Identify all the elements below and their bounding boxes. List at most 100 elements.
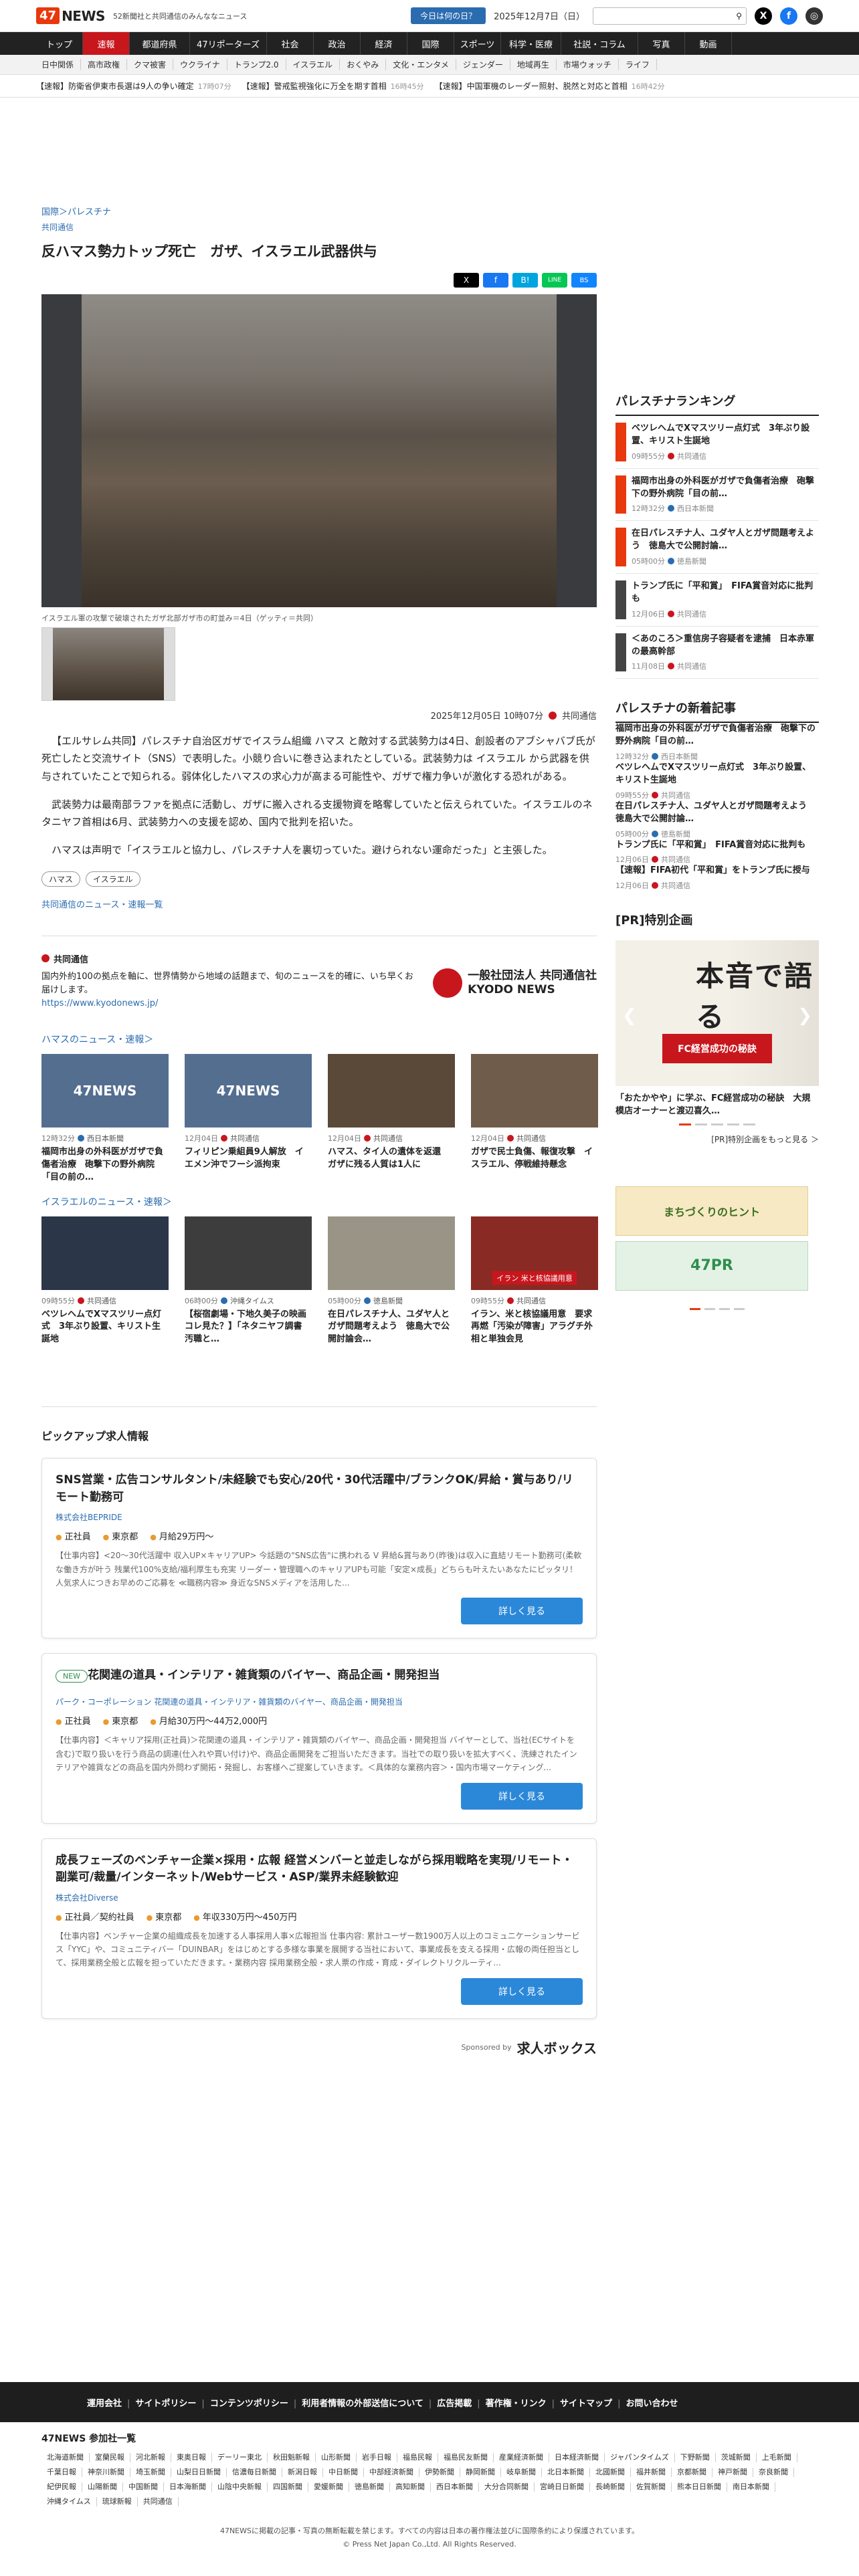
job-company[interactable]: 株式会社BEPRIDE	[56, 1511, 583, 1523]
member-paper-link[interactable]: 産業経済新聞	[494, 2453, 549, 2462]
new-article-item[interactable]: ベツレヘムでXマスツリー点灯式 3年ぶり設置、キリスト生誕地 09時55分 共同通信	[615, 762, 819, 800]
member-paper-link[interactable]: 福島民報	[397, 2453, 438, 2462]
member-paper-link[interactable]: 日本経済新聞	[549, 2453, 605, 2462]
carousel-prev-icon[interactable]: ❮	[622, 1006, 637, 1026]
topic-item-1[interactable]: 高市政権	[81, 59, 128, 70]
nav-item-1[interactable]: 速報	[83, 32, 130, 55]
search-icon[interactable]: ⚲	[736, 11, 742, 21]
pr-carousel[interactable]: 本音で語る FC経営成功の秘訣 ❮ ❯	[615, 940, 819, 1087]
israel-news-heading[interactable]: イスラエルのニュース・速報＞	[41, 1195, 597, 1208]
x-icon[interactable]: X	[755, 7, 772, 25]
footer-link[interactable]: 広告掲載	[429, 2396, 472, 2409]
share-line-button[interactable]: LINE	[542, 273, 567, 288]
ticker-item[interactable]: 【速報】防衛省伊東市長選は9人の争い確定 17時07分	[36, 80, 231, 92]
member-paper-link[interactable]: 山陰中央新報	[212, 2482, 268, 2492]
nav-item-4[interactable]: 社会	[267, 32, 314, 55]
kyodo-news-list-link[interactable]: 共同通信のニュース・速報一覧	[41, 897, 597, 910]
member-paper-link[interactable]: 岐阜新聞	[501, 2468, 542, 2477]
topic-item-10[interactable]: 市場ウォッチ	[557, 59, 619, 70]
footer-link[interactable]: 著作権・リンク	[477, 2396, 547, 2409]
nav-item-10[interactable]: 社説・コラム	[561, 32, 638, 55]
topic-item-5[interactable]: イスラエル	[286, 59, 341, 70]
instagram-icon[interactable]: ◎	[805, 7, 823, 25]
job-company[interactable]: 株式会社Diverse	[56, 1892, 583, 1903]
member-paper-link[interactable]: 茨城新聞	[716, 2453, 757, 2462]
member-paper-link[interactable]: 神戸新聞	[712, 2468, 753, 2477]
topic-item-11[interactable]: ライフ	[619, 59, 657, 70]
member-paper-link[interactable]: 中国新聞	[123, 2482, 164, 2492]
member-paper-link[interactable]: 徳島新聞	[349, 2482, 390, 2492]
member-paper-link[interactable]: 埼玉新聞	[130, 2468, 171, 2477]
article-main-photo[interactable]	[41, 294, 597, 607]
ranking-item[interactable]: 在日パレスチナ人、ユダヤ人とガザ問題考えよう 徳島大で公開討論… 05時00分 徳島…	[615, 521, 819, 574]
member-paper-link[interactable]: 岩手日報	[357, 2453, 397, 2462]
member-paper-link[interactable]: 上毛新聞	[757, 2453, 797, 2462]
member-paper-link[interactable]: 沖縄タイムス	[41, 2497, 97, 2506]
member-paper-link[interactable]: 共同通信	[138, 2497, 179, 2506]
member-paper-link[interactable]: 秋田魁新報	[268, 2453, 316, 2462]
nav-item-6[interactable]: 経済	[361, 32, 407, 55]
kyujin-box-logo[interactable]: 求人ボックス	[517, 2038, 597, 2057]
hamas-news-heading[interactable]: ハマスのニュース・速報＞	[41, 1033, 597, 1046]
member-paper-link[interactable]: 山梨日日新聞	[171, 2468, 227, 2477]
member-paper-link[interactable]: 山陽新聞	[82, 2482, 123, 2492]
footer-link[interactable]: サイトマップ	[552, 2396, 612, 2409]
member-paper-link[interactable]: 京都新聞	[672, 2468, 712, 2477]
news-card[interactable]: 09時55分 共同通信 ベツレヘムでXマスツリー点灯式 3年ぶり設置、キリスト生誕地	[41, 1216, 169, 1347]
member-paper-link[interactable]: 長崎新聞	[590, 2482, 631, 2492]
member-paper-link[interactable]: 下野新聞	[675, 2453, 716, 2462]
tag-hamas[interactable]: ハマス	[41, 871, 81, 887]
nav-item-2[interactable]: 都道府県	[130, 32, 190, 55]
news-card[interactable]: 12月04日 共同通信 ハマス、タイ人の遺体を返還 ガザに残る人質は1人に	[328, 1054, 455, 1184]
kyodo-logo[interactable]: 一般社団法人 共同通信社 KYODO NEWS	[433, 968, 597, 998]
facebook-icon[interactable]: f	[780, 7, 797, 25]
site-logo[interactable]: 47 NEWS	[36, 6, 105, 26]
job-detail-button[interactable]: 詳しく見る	[461, 1782, 583, 1810]
member-paper-link[interactable]: 愛媛新聞	[308, 2482, 349, 2492]
search-input[interactable]: ⚲	[593, 7, 747, 25]
nav-item-9[interactable]: 科学・医療	[501, 32, 561, 55]
job-company[interactable]: パーク・コーポレーション 花関連の道具・インテリア・雑貨類のバイヤー、商品企画・…	[56, 1696, 583, 1707]
new-article-item[interactable]: 在日パレスチナ人、ユダヤ人とガザ問題考えよう 徳島大で公開討論… 05時00分 徳島…	[615, 800, 819, 839]
member-paper-link[interactable]: 宮崎日日新聞	[535, 2482, 590, 2492]
topic-item-6[interactable]: おくやみ	[340, 59, 387, 70]
pr-caption[interactable]: 「おたかやや」に学ぶ、FC経営成功の秘訣 大規模店オーナーと渡辺喜久…	[615, 1093, 819, 1118]
member-paper-link[interactable]: 北日本新聞	[542, 2468, 590, 2477]
nav-item-12[interactable]: 動画	[685, 32, 732, 55]
article-source[interactable]: 共同通信	[562, 709, 597, 722]
member-paper-link[interactable]: デーリー東北	[212, 2453, 268, 2462]
new-article-item[interactable]: トランプ氏に「平和賞」 FIFA賞音対応に批判も 12月06日 共同通信	[615, 839, 819, 865]
topic-item-4[interactable]: トランプ2.0	[227, 59, 286, 70]
news-card[interactable]: 12月04日 共同通信 ガザで民士負傷、報復攻撃 イスラエル、停戦維持懸念	[471, 1054, 598, 1184]
member-paper-link[interactable]: 福島民友新聞	[438, 2453, 494, 2462]
member-paper-link[interactable]: 西日本新聞	[431, 2482, 479, 2492]
ranking-item[interactable]: 福岡市出身の外科医がガザで負傷者治療 砲撃下の野外病院「目の前… 12時32分 西日…	[615, 469, 819, 522]
member-paper-link[interactable]: 琉球新報	[97, 2497, 138, 2506]
ranking-item[interactable]: トランプ氏に「平和賞」 FIFA賞音対応に批判も 12月06日 共同通信	[615, 574, 819, 627]
member-paper-link[interactable]: 神奈川新聞	[82, 2468, 130, 2477]
member-paper-link[interactable]: 山形新聞	[316, 2453, 357, 2462]
share-hatena-button[interactable]: B!	[512, 273, 538, 288]
member-paper-link[interactable]: 信濃毎日新聞	[227, 2468, 282, 2477]
topic-item-3[interactable]: ウクライナ	[173, 59, 227, 70]
ticker-item[interactable]: 【速報】中国軍機のレーダー照射、脱然と対応と首相 16時42分	[435, 80, 665, 92]
pr-more-link[interactable]: [PR]特別企画をもっと見る ＞	[615, 1134, 819, 1145]
photo-thumbnail[interactable]	[41, 627, 175, 701]
new-article-item[interactable]: 【速報】FIFA初代「平和賞」をトランプ氏に授与 12月06日 共同通信	[615, 865, 819, 891]
tag-israel[interactable]: イスラエル	[86, 871, 140, 887]
share-facebook-button[interactable]: f	[483, 273, 508, 288]
member-paper-link[interactable]: 新潟日報	[282, 2468, 323, 2477]
member-paper-link[interactable]: ジャパンタイムズ	[605, 2453, 675, 2462]
news-card[interactable]: 05時00分 徳島新聞 在日パレスチナ人、ユダヤ人とガザ問題考えよう 徳島大で公開討…	[328, 1216, 455, 1347]
footer-link[interactable]: コンテンツポリシー	[201, 2396, 288, 2409]
footer-link[interactable]: サイトポリシー	[127, 2396, 196, 2409]
member-paper-link[interactable]: 奈良新聞	[753, 2468, 794, 2477]
member-paper-link[interactable]: 熊本日日新聞	[672, 2482, 727, 2492]
job-detail-button[interactable]: 詳しく見る	[461, 1598, 583, 1625]
47pr-banner[interactable]: 47PR	[615, 1241, 808, 1291]
member-paper-link[interactable]: 四国新聞	[268, 2482, 308, 2492]
topic-item-8[interactable]: ジェンダー	[456, 59, 510, 70]
footer-link[interactable]: お問い合わせ	[617, 2396, 678, 2409]
member-paper-link[interactable]: 紀伊民報	[41, 2482, 82, 2492]
news-card[interactable]: 47NEWS 12月04日 共同通信 フィリピン乗組員9人解放 イエメン沖でフーシ派拘…	[185, 1054, 312, 1184]
